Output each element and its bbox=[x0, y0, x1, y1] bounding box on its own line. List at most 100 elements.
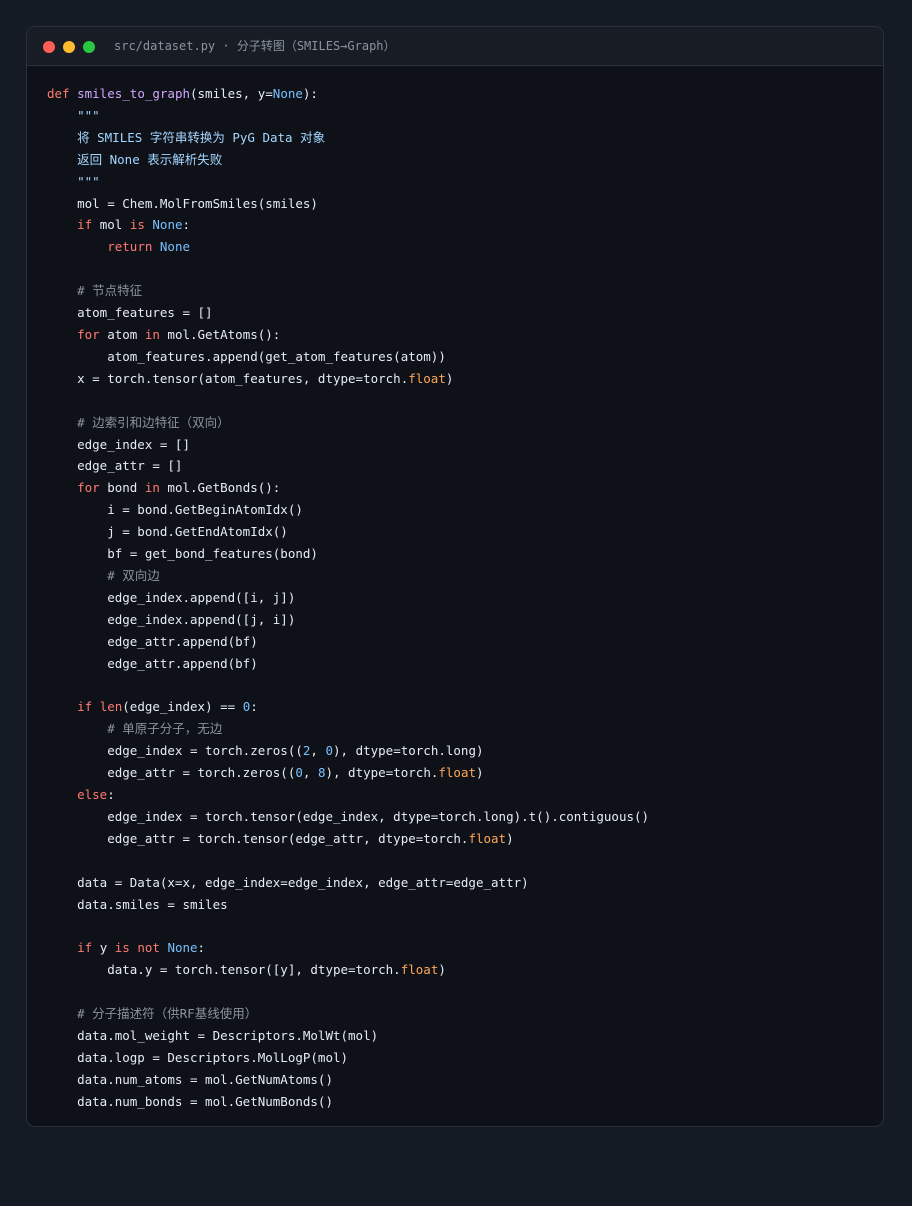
code-token: # 双向边 bbox=[107, 567, 160, 583]
code-token: data.mol_weight = Descriptors.MolWt(mol) bbox=[47, 1027, 379, 1043]
code-token: edge_attr = [] bbox=[47, 458, 183, 474]
code-line: 返回 None 表示解析失败 bbox=[47, 149, 649, 171]
code-token: data.smiles = smiles bbox=[47, 896, 228, 912]
code-line: # 节点特征 bbox=[47, 280, 649, 302]
code-token: atom_features.append(get_atom_features(a… bbox=[47, 348, 446, 364]
code-token: (smiles, y= bbox=[190, 86, 273, 101]
code-line: edge_index.append([i, j]) bbox=[47, 587, 649, 609]
code-token: if bbox=[77, 699, 93, 715]
code-token: data.logp = Descriptors.MolLogP(mol) bbox=[47, 1049, 349, 1065]
code-line: for atom in mol.GetAtoms(): bbox=[47, 324, 649, 346]
code-token: : bbox=[250, 699, 258, 715]
code-line: # 双向边 bbox=[47, 565, 649, 587]
code-token: float bbox=[468, 830, 507, 846]
code-line: # 分子描述符（供RF基线使用） bbox=[47, 1003, 649, 1025]
code-line: j = bond.GetEndAtomIdx() bbox=[47, 521, 649, 543]
code-token: , bbox=[302, 765, 318, 781]
code-token: 返回 None 表示解析失败 bbox=[77, 151, 223, 167]
code-line: """ bbox=[47, 171, 649, 193]
code-line: # 边索引和边特征（双向） bbox=[47, 412, 649, 434]
code-line: edge_attr = torch.tensor(edge_attr, dtyp… bbox=[47, 828, 649, 850]
code-line: if y is not None: bbox=[47, 937, 649, 959]
code-line: edge_attr = torch.zeros((0, 8), dtype=to… bbox=[47, 762, 649, 784]
code-line: data = Data(x=x, edge_index=edge_index, … bbox=[47, 872, 649, 894]
code-line: data.y = torch.tensor([y], dtype=torch.f… bbox=[47, 959, 649, 981]
code-token: edge_attr = torch.zeros(( bbox=[47, 765, 296, 781]
code-token: i = bond.GetBeginAtomIdx() bbox=[47, 502, 303, 518]
close-window-button[interactable] bbox=[43, 41, 55, 53]
code-line: """ bbox=[47, 105, 649, 127]
code-block: def smiles_to_graph(smiles, y=None): """… bbox=[47, 83, 649, 1113]
code-token: atom bbox=[99, 326, 145, 342]
code-token: len bbox=[99, 699, 123, 715]
code-token: # 节点特征 bbox=[77, 283, 143, 299]
code-token: mol.GetBonds(): bbox=[159, 480, 281, 496]
code-token: data.num_bonds = mol.GetNumBonds() bbox=[47, 1093, 333, 1109]
code-line: 将 SMILES 字符串转换为 PyG Data 对象 bbox=[47, 127, 649, 149]
code-token: mol bbox=[92, 217, 130, 233]
code-line: data.logp = Descriptors.MolLogP(mol) bbox=[47, 1047, 649, 1069]
code-line: data.num_bonds = mol.GetNumBonds() bbox=[47, 1091, 649, 1113]
code-token: edge_attr.append(bf) bbox=[47, 633, 258, 649]
code-token: bond bbox=[99, 480, 145, 496]
code-token: edge_index.append([i, j]) bbox=[47, 589, 296, 605]
code-line: if len(edge_index) == 0: bbox=[47, 696, 649, 718]
code-token: ) bbox=[506, 830, 514, 846]
code-line: data.num_atoms = mol.GetNumAtoms() bbox=[47, 1069, 649, 1091]
code-line: edge_index = torch.zeros((2, 0), dtype=t… bbox=[47, 740, 649, 762]
code-token: edge_attr.append(bf) bbox=[47, 655, 258, 671]
code-token: return bbox=[107, 239, 153, 255]
window-titlebar: src/dataset.py · 分子转图（SMILES→Graph） bbox=[27, 27, 883, 66]
code-token: smiles_to_graph bbox=[77, 86, 190, 101]
code-window: src/dataset.py · 分子转图（SMILES→Graph） def … bbox=[26, 26, 884, 1127]
maximize-window-button[interactable] bbox=[83, 41, 95, 53]
code-token: None bbox=[159, 239, 191, 255]
code-line: i = bond.GetBeginAtomIdx() bbox=[47, 499, 649, 521]
code-token: if bbox=[77, 940, 93, 956]
code-line: def smiles_to_graph(smiles, y=None): bbox=[47, 83, 649, 105]
code-token: 0 bbox=[295, 765, 303, 781]
code-token: float bbox=[438, 765, 477, 781]
minimize-window-button[interactable] bbox=[63, 41, 75, 53]
code-token: float bbox=[400, 962, 439, 978]
code-token: ), dtype=torch. bbox=[325, 765, 439, 781]
code-token: 将 SMILES 字符串转换为 PyG Data 对象 bbox=[77, 129, 326, 145]
code-token: # 分子描述符（供RF基线使用） bbox=[77, 1006, 258, 1022]
code-line: bf = get_bond_features(bond) bbox=[47, 543, 649, 565]
code-line: # 单原子分子，无边 bbox=[47, 718, 649, 740]
code-token: if bbox=[77, 217, 93, 233]
code-line: else: bbox=[47, 784, 649, 806]
code-token: in bbox=[144, 480, 160, 496]
code-token: mol.GetAtoms(): bbox=[159, 326, 281, 342]
code-token: in bbox=[144, 326, 160, 342]
code-token: edge_index.append([j, i]) bbox=[47, 611, 296, 627]
code-token: is bbox=[129, 217, 145, 233]
code-line: atom_features = [] bbox=[47, 302, 649, 324]
code-line: for bond in mol.GetBonds(): bbox=[47, 477, 649, 499]
code-line: edge_index = torch.tensor(edge_index, dt… bbox=[47, 806, 649, 828]
code-token: for bbox=[77, 480, 100, 496]
code-token: atom_features = [] bbox=[47, 305, 213, 321]
code-token: data = Data(x=x, edge_index=edge_index, … bbox=[47, 874, 529, 890]
code-token: # 边索引和边特征（双向） bbox=[77, 414, 230, 430]
code-token: for bbox=[77, 326, 100, 342]
code-token: (edge_index) == bbox=[122, 699, 243, 715]
code-token: else bbox=[77, 787, 108, 802]
